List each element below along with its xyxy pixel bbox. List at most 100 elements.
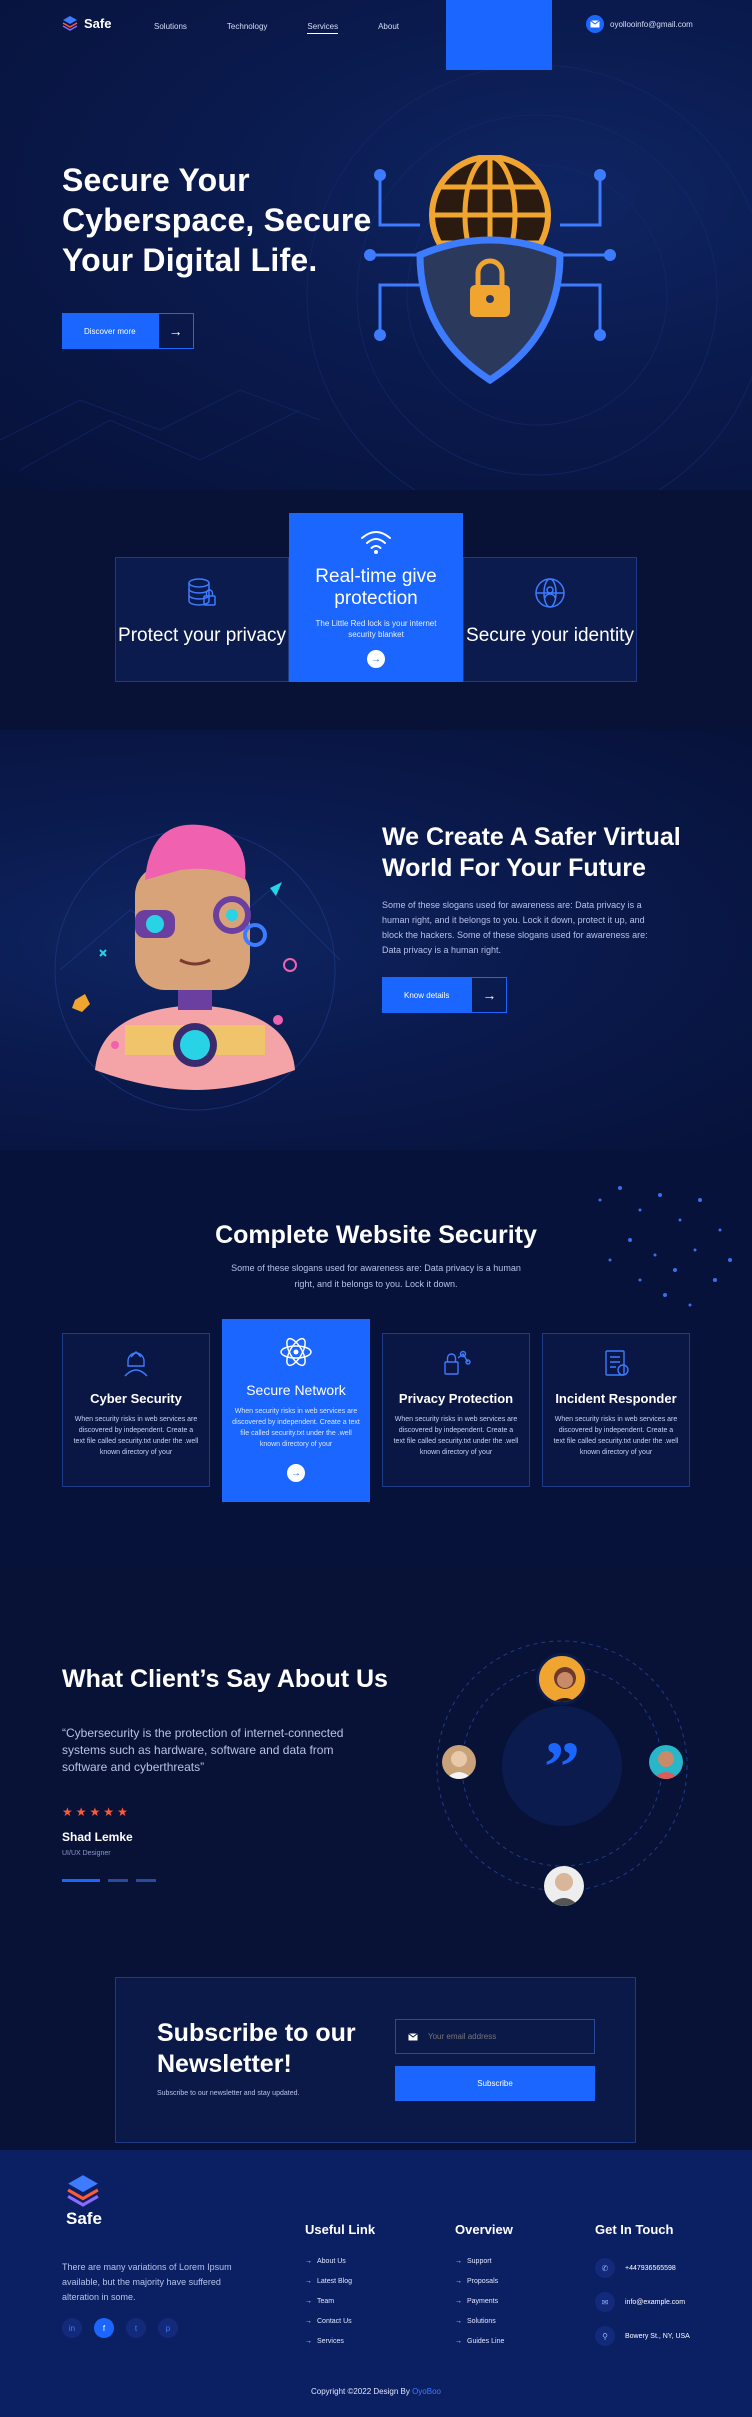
service-text-privacy-protection: When security risks in web services are … [393,1416,519,1456]
arrow-right-icon: → [305,2318,312,2325]
slider-dots [62,1879,156,1882]
footer-about-text: There are many variations of Lorem Ipsum… [62,2262,232,2302]
footer-link-label: Proposals [467,2278,499,2285]
client-avatar[interactable] [649,1745,683,1779]
contact-address[interactable]: ⚲ Bowery St., NY, USA [595,2326,690,2346]
footer-link-team[interactable]: → Team [305,2298,352,2305]
service-card-privacy-protection[interactable]: Privacy Protection When security risks i… [382,1333,530,1487]
service-arrow-button[interactable]: → [287,1464,305,1482]
newsletter-box: Subscribe to our Newsletter! Subscribe t… [115,1977,636,2143]
footer-link-blog[interactable]: → Latest Blog [305,2278,352,2285]
email-input[interactable] [428,2032,588,2041]
client-avatar[interactable] [544,1866,584,1906]
main-nav: Solutions Technology Services About [154,22,399,34]
header-email[interactable]: oyollooinfo@gmail.com [586,15,693,33]
robot-avatar-illustration [54,824,341,1111]
globe-identity-icon [535,578,565,608]
twitter-icon[interactable]: t [126,2318,146,2338]
hero-section: Safe Solutions Technology Services About… [0,0,752,490]
safer-world-text: Some of these slogans used for awareness… [382,900,648,955]
footer-link-label: Services [317,2338,344,2345]
client-avatar[interactable] [536,1653,588,1705]
arrow-right-icon: → [471,977,508,1013]
shield-globe-illustration [364,155,616,385]
footer-link-guides[interactable]: → Guides Line [455,2338,504,2345]
overview-title: Overview [455,2222,513,2237]
subscribe-button[interactable]: Subscribe [395,2066,595,2101]
nav-item-about[interactable]: About [378,22,399,34]
feature-title-realtime: Real-time give protection [315,566,437,609]
service-title-secure-network: Secure Network [246,1382,346,1398]
safer-world-section: We Create A Safer Virtual World For Your… [0,730,752,1150]
footer-link-about[interactable]: → About Us [305,2258,352,2265]
linkedin-icon[interactable]: in [62,2318,82,2338]
header-email-text: oyollooinfo@gmail.com [610,19,693,29]
footer-brand-name: Safe [66,2209,102,2228]
slider-dot[interactable] [108,1879,128,1882]
nav-item-solutions[interactable]: Solutions [154,22,187,34]
star-icon: ★ [75,1805,87,1819]
footer-link-proposals[interactable]: → Proposals [455,2278,504,2285]
footer-link-support[interactable]: → Support [455,2258,504,2265]
feature-subtitle-realtime: The Little Red lock is your internet sec… [315,619,437,639]
service-card-incident-responder[interactable]: Incident Responder When security risks i… [542,1333,690,1487]
feature-card-identity[interactable]: Secure your identity [463,557,637,682]
newsletter-subtitle: Subscribe to our newsletter and stay upd… [157,2090,300,2097]
slider-dot[interactable] [136,1879,156,1882]
copyright: Copyright ©2022 Design By OyoBoo [0,2387,752,2396]
service-title-privacy-protection: Privacy Protection [398,1391,514,1406]
contact-address-text: Bowery St., NY, USA [625,2332,690,2340]
arrow-right-icon: → [455,2258,462,2265]
arrow-right-icon: → [157,313,194,349]
client-role: UI/UX Designer [62,1850,111,1857]
footer-link-label: Contact Us [317,2318,352,2325]
testimonial-quote: “Cybersecurity is the protection of inte… [62,1726,344,1774]
footer-link-label: Latest Blog [317,2278,353,2285]
arrow-right-icon: → [305,2338,312,2345]
know-details-button[interactable]: Know details → [382,977,508,1013]
brand-logo[interactable]: Safe [62,15,111,31]
arrow-right-icon: → [305,2258,312,2265]
envelope-icon [408,2028,418,2046]
arrow-right-icon: → [371,653,381,665]
service-text-incident-responder: When security risks in web services are … [553,1416,679,1456]
pinterest-icon[interactable]: p [158,2318,178,2338]
service-card-secure-network[interactable]: Secure Network When security risks in we… [222,1319,370,1502]
layers-logo-icon [67,2175,99,2207]
feature-card-privacy[interactable]: Protect your privacy [115,557,289,682]
footer-link-services[interactable]: → Services [305,2338,352,2345]
feature-card-realtime[interactable]: Real-time give protection The Little Red… [289,513,463,682]
service-text-secure-network: When security risks in web services are … [232,1408,360,1448]
arrow-right-icon: → [455,2298,462,2305]
client-avatar[interactable] [442,1745,476,1779]
feature-title-identity: Secure your identity [466,625,634,646]
footer-link-solutions[interactable]: → Solutions [455,2318,504,2325]
copyright-text: Copyright ©2022 Design By [311,2387,410,2396]
service-text-cyber-security: When security risks in web services are … [73,1416,199,1456]
star-icon: ★ [117,1805,128,1819]
rating-stars: ★ ★ ★ ★ ★ [62,1803,131,1821]
hacker-icon [124,1351,148,1377]
footer-link-label: Solutions [467,2318,496,2325]
facebook-icon[interactable]: f [94,2318,114,2338]
designer-link[interactable]: OyoBoo [412,2387,441,2396]
service-card-cyber-security[interactable]: Cyber Security When security risks in we… [62,1333,210,1487]
discover-more-button[interactable]: Discover more → [62,313,194,349]
contact-email[interactable]: ✉ info@example.com [595,2292,690,2312]
footer-link-payments[interactable]: → Payments [455,2298,504,2305]
quote-icon: ” [544,1727,580,1807]
footer-brand-logo[interactable]: Safe [66,2173,102,2229]
client-name: Shad Lemke [62,1830,133,1844]
email-field[interactable] [395,2019,595,2054]
service-title-cyber-security: Cyber Security [90,1391,182,1406]
footer-link-contact[interactable]: → Contact Us [305,2318,352,2325]
footer-link-label: Guides Line [467,2338,505,2345]
slider-dot-active[interactable] [62,1879,100,1882]
contact-phone[interactable]: ✆ +447936565598 [595,2258,690,2278]
star-icon: ★ [89,1805,101,1819]
footer-link-label: Payments [467,2298,499,2305]
nav-item-technology[interactable]: Technology [227,22,267,34]
nav-item-services[interactable]: Services [307,22,339,34]
feature-arrow-button[interactable]: → [367,650,385,668]
know-details-label: Know details [382,977,472,1013]
